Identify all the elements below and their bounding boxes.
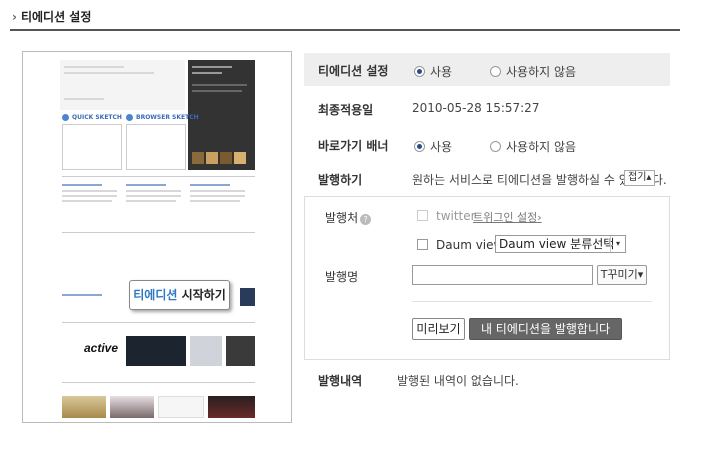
preview-text-line [192,72,222,74]
help-icon[interactable]: ? [360,214,372,225]
radio-selected-icon[interactable] [414,141,425,152]
preview-headline [190,184,230,186]
preview-text-line [126,195,181,197]
preview-headline [62,184,102,186]
preview-number-icon [62,114,69,121]
banner-use-option[interactable]: 사용 [414,138,452,155]
preview-text-line [190,200,240,202]
publish-panel: 발행처? twitter 트위그인 설정› Daum view Daum vie… [304,196,670,360]
tedition-use-option[interactable]: 사용 [414,63,452,80]
preview-section-label: BROWSER SKETCH [136,114,199,121]
preview-text-line [192,90,242,92]
preview-thumb-image [206,152,218,164]
preview-page-mockup: QUICK SKETCH BROWSER SKETCH [60,60,255,418]
preview-photo-sign [158,396,204,418]
tedition-unuse-option[interactable]: 사용하지 않음 [490,63,576,80]
twitter-label: twitter [436,209,476,223]
twitter-checkbox[interactable] [417,210,428,221]
last-applied-label: 최종적용일 [318,103,374,117]
preview-thumb-image [234,152,246,164]
preview-screenshot [62,124,122,170]
shortcut-banner-label: 바로가기 배너 [318,139,389,153]
preview-text-line [192,66,232,68]
daum-view-label: Daum view [436,238,504,252]
tedition-setting-label: 티에디션 설정 [318,64,389,78]
publish-target-label: 발행처? [325,209,372,226]
twitter-login-text: 트위그인 설정 [473,211,538,224]
last-applied-value: 2010-05-28 15:57:27 [412,101,540,115]
tedition-start-button[interactable]: 티에디션 시작하기 [129,280,230,310]
preview-text-line [126,200,176,202]
publish-history-label: 발행내역 [318,374,363,388]
tedition-preview: QUICK SKETCH BROWSER SKETCH active 티에디션 … [22,51,292,423]
publish-row: 발행하기 원하는 서비스로 티에디션을 발행하실 수 있습니다. [304,166,670,192]
preview-thumb-image [192,152,204,164]
preview-text-line [190,195,245,197]
preview-screenshot [126,124,186,170]
publish-name-input[interactable] [412,265,593,285]
preview-active-logo: active [84,341,119,355]
radio-selected-icon[interactable] [414,66,425,77]
publish-label: 발행하기 [318,173,363,187]
preview-text-line [62,190,117,192]
daum-view-checkbox[interactable] [417,239,428,250]
preview-text-line [62,200,112,202]
publish-name-label: 발행명 [325,270,359,284]
title-divider [10,29,680,31]
preview-divider [62,232,255,233]
radio-label: 사용하지 않음 [506,65,577,79]
preview-headline [126,184,166,186]
publish-history-row: 발행내역 발행된 내역이 없습니다. [304,368,670,392]
banner-unuse-option[interactable]: 사용하지 않음 [490,138,576,155]
page-title: › 티에디션 설정 [12,8,91,25]
radio-empty-icon[interactable] [490,66,501,77]
preview-number-icon [126,114,133,121]
preview-text-line [192,84,247,86]
preview-text-line [62,195,117,197]
preview-photo-wheat [62,396,106,418]
fold-button[interactable]: 접기▴ [624,170,656,186]
preview-thumb-image [220,152,232,164]
tedition-setting-row: 티에디션 설정 사용 사용하지 않음 [304,53,670,86]
start-button-brand: 티에디션 [133,288,178,302]
start-button-label: 시작하기 [177,288,226,302]
preview-thumb-image [126,336,186,366]
preview-divider [62,382,255,383]
preview-button[interactable]: 미리보기 [412,318,465,340]
preview-photo-blossom [110,396,154,418]
decorate-button[interactable]: T꾸미기▾ [597,265,647,285]
preview-text-line [64,98,104,100]
preview-photo-shop [208,396,255,418]
preview-thumb-image [240,288,255,306]
twitter-login-link[interactable]: 트위그인 설정› [473,209,542,225]
publish-button[interactable]: 내 티에디션을 발행합니다 [469,318,622,340]
radio-label: 사용 [430,65,453,79]
preview-section-label: QUICK SKETCH [72,114,122,121]
daum-category-select[interactable]: Daum view 분류선택 ▾ [495,235,626,253]
daum-category-value: Daum view 분류선택 [499,237,615,251]
publish-history-value: 발행된 내역이 없습니다. [397,374,519,388]
preview-text-line [64,66,124,68]
panel-divider [412,301,652,302]
preview-thumb-image [226,336,255,366]
preview-text-line [190,190,245,192]
radio-label: 사용하지 않음 [506,140,577,154]
chevron-down-icon[interactable]: ▾ [610,236,625,252]
radio-label: 사용 [430,140,453,154]
publish-target-text: 발행처 [325,211,359,225]
page-title-text: 티에디션 설정 [20,10,92,24]
preview-divider [62,176,255,177]
preview-text-line [64,72,154,74]
last-applied-row: 최종적용일 2010-05-28 15:57:27 [304,94,670,120]
preview-divider [62,322,255,323]
radio-empty-icon[interactable] [490,141,501,152]
preview-headline [62,294,102,296]
preview-thumb-image [190,336,222,366]
title-arrow-icon: › [12,10,17,24]
shortcut-banner-row: 바로가기 배너 사용 사용하지 않음 [304,130,670,156]
chevron-right-icon: › [537,211,542,224]
preview-text-line [126,190,181,192]
